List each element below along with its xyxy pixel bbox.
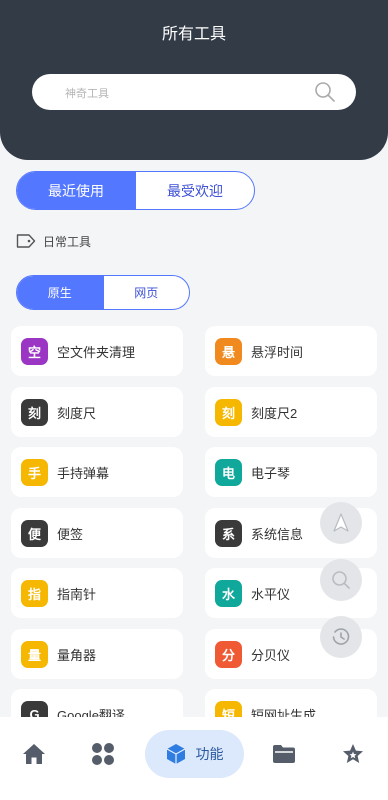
page-title: 所有工具 [161,26,226,43]
tool-badge: 水 [215,579,242,607]
apps-icon [92,743,114,765]
tool-card[interactable]: 悬悬浮时间 [205,326,377,376]
nav-apps[interactable] [88,739,118,769]
tool-label: 水平仪 [251,586,291,602]
tool-label: 分贝仪 [251,647,291,663]
history-button[interactable] [320,616,362,658]
tool-card[interactable]: 手手持弹幕 [11,447,183,497]
tool-badge: 系 [215,519,242,547]
tool-badge: 量 [21,640,48,668]
tool-badge: 空 [21,337,48,365]
section-header: 日常工具 [16,232,91,250]
tool-card[interactable]: 指指南针 [11,568,183,618]
search-icon [332,571,350,589]
search-icon[interactable] [314,81,336,103]
tool-card[interactable]: 空空文件夹清理 [11,326,183,376]
tool-label: 指南针 [57,586,97,602]
tool-label: 系统信息 [251,526,304,542]
tool-label: 手持弹幕 [57,465,110,481]
tool-badge: 刻 [21,398,48,426]
tool-card[interactable]: 刻刻度尺2 [205,387,377,437]
tab-native[interactable]: 原生 [17,276,104,309]
tool-label: 刻度尺2 [251,405,298,421]
tab-popular[interactable]: 最受欢迎 [136,172,254,209]
tool-card[interactable]: 量量角器 [11,629,183,679]
nav-home[interactable] [19,739,49,769]
nav-features-label: 功能 [195,746,224,762]
tool-label: 电子琴 [251,465,291,481]
history-icon [332,628,350,645]
tool-badge: 电 [215,458,242,486]
home-icon [23,744,45,764]
tool-card[interactable]: 便便签 [11,508,183,558]
tab-web[interactable]: 网页 [104,276,190,309]
search-placeholder: 神奇工具 [65,88,109,100]
sort-tabs: 最近使用 最受欢迎 [16,171,255,210]
tool-label: 量角器 [57,647,97,663]
tool-badge: 悬 [215,337,242,365]
type-tabs: 原生 网页 [16,275,190,310]
cube-icon [166,744,185,764]
star-icon [343,744,363,763]
tool-card[interactable]: 电电子琴 [205,447,377,497]
floating-search-button[interactable] [320,559,362,601]
navigate-up-button[interactable] [320,502,362,544]
section-label: 日常工具 [43,234,92,249]
tool-label: 空文件夹清理 [57,344,136,360]
nav-favorites[interactable] [338,739,368,769]
header: 所有工具 神奇工具 [0,0,388,160]
nav-folder[interactable] [269,739,299,769]
navigation-arrow-icon [333,513,349,532]
search-bar[interactable]: 神奇工具 [32,74,356,110]
tool-badge: 刻 [215,398,242,426]
tool-card[interactable]: 刻刻度尺 [11,387,183,437]
tool-label: 刻度尺 [57,405,97,421]
bottom-nav: 功能 [0,717,388,800]
tool-badge: 分 [215,640,242,668]
tool-badge: 便 [21,519,48,547]
tag-icon [16,234,36,248]
tool-badge: 手 [21,458,48,486]
tool-label: 便签 [57,526,84,542]
tool-label: 悬浮时间 [251,344,304,360]
nav-features[interactable]: 功能 [145,730,244,778]
tool-badge: 指 [21,579,48,607]
folder-icon [273,745,295,763]
tab-recent[interactable]: 最近使用 [17,172,136,209]
